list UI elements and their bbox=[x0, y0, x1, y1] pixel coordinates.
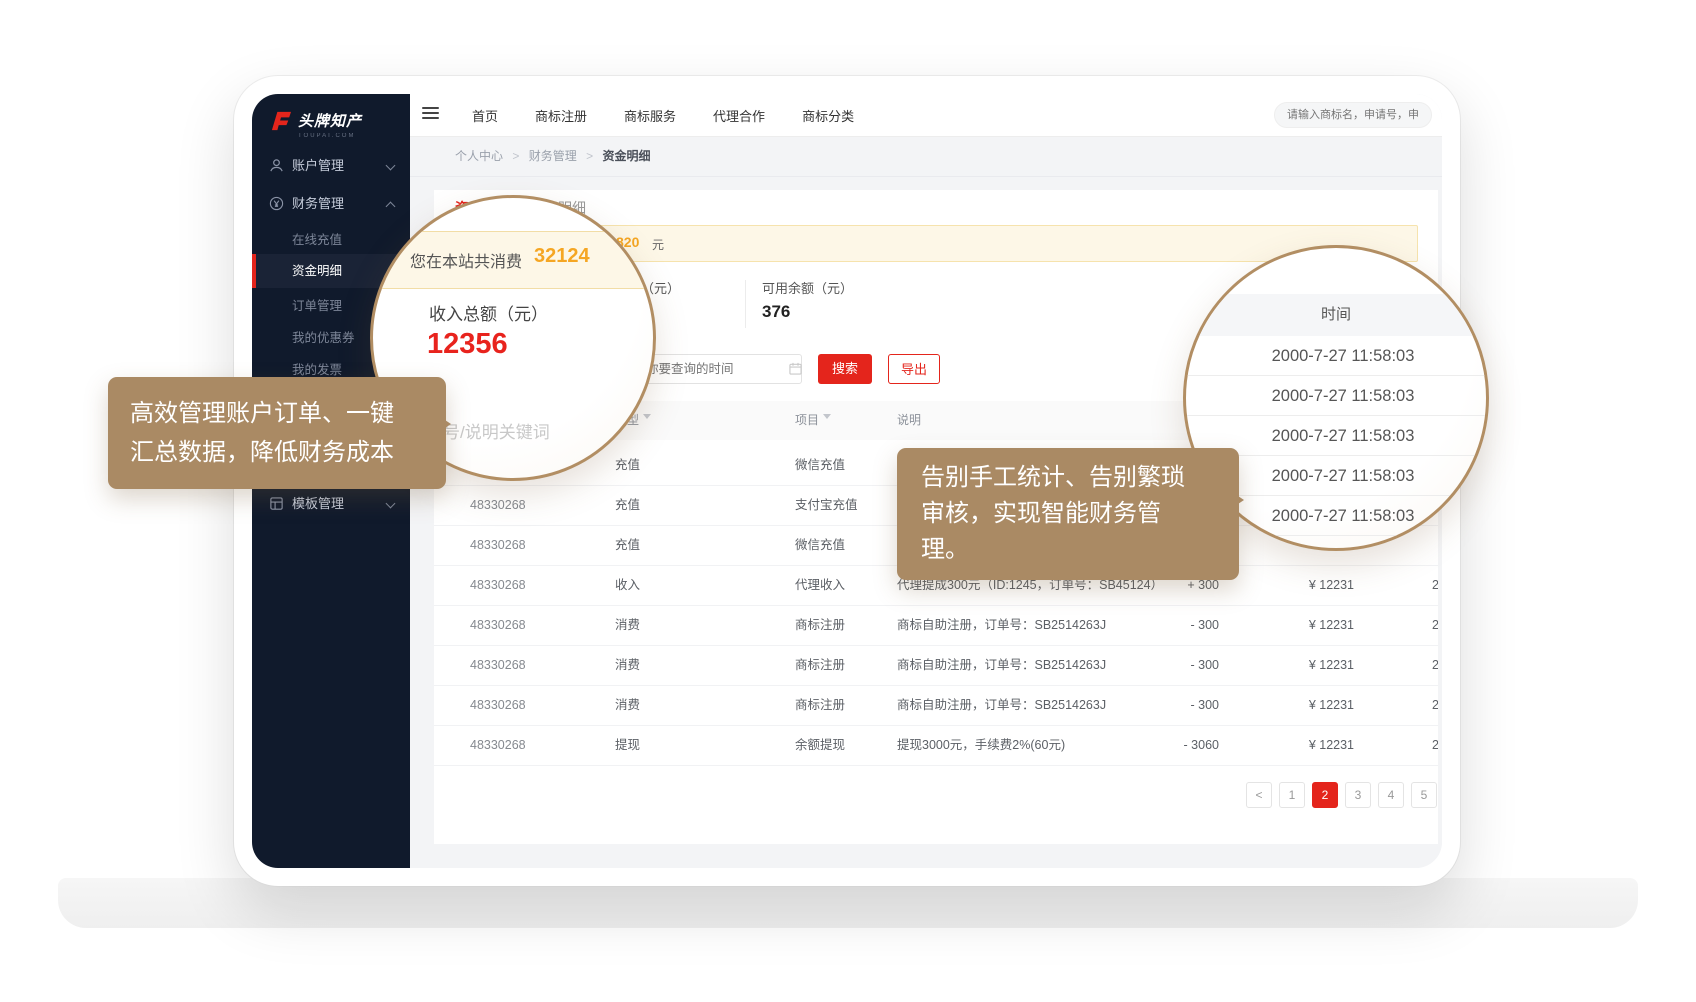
breadcrumb-finance[interactable]: 财务管理 bbox=[529, 149, 577, 163]
page-button-2[interactable]: 2 bbox=[1312, 782, 1338, 808]
lens-time-row: 2000-7-27 11:58:03 bbox=[1186, 336, 1486, 376]
callout-right: 告别手工统计、告别繁琐 审核，实现智能财务管 理。 bbox=[897, 448, 1239, 580]
lens-time-row: 2000-7-27 11:58:03 bbox=[1186, 376, 1486, 416]
breadcrumb-current: 资金明细 bbox=[602, 149, 650, 163]
pagination: < 1 2 3 4 5 bbox=[1246, 782, 1437, 808]
chevron-down-icon bbox=[386, 499, 396, 509]
template-icon bbox=[269, 496, 284, 511]
lens-banner-amount: 32124 bbox=[534, 245, 590, 268]
sidebar-item-templates[interactable]: 模板管理 bbox=[252, 486, 410, 522]
page-button-5[interactable]: 5 bbox=[1411, 782, 1437, 808]
nav-tab-trademark-service[interactable]: 商标服务 bbox=[624, 106, 676, 125]
callout-left: 高效管理账户订单、一键 汇总数据，降低财务成本 bbox=[108, 377, 446, 489]
top-nav: 首页 商标注册 商标服务 代理合作 商标分类 bbox=[472, 94, 854, 136]
table-row: 48330268提现余额提现提现3000元，手续费2%(60元)- 3060¥ … bbox=[434, 726, 1438, 766]
table-row: 48330268消费商标注册商标自助注册，订单号：SB2514263J- 300… bbox=[434, 606, 1438, 646]
nav-tab-agency[interactable]: 代理合作 bbox=[713, 106, 765, 125]
sort-project[interactable]: 项目 bbox=[795, 401, 831, 440]
chevron-up-icon bbox=[386, 202, 396, 212]
balance-value: 376 bbox=[762, 302, 790, 322]
stat-divider bbox=[745, 280, 746, 328]
sidebar-item-account[interactable]: 账户管理 bbox=[252, 148, 410, 184]
table-row: 48330268消费商标注册商标自助注册，订单号：SB2514263J- 300… bbox=[434, 686, 1438, 726]
user-icon bbox=[269, 158, 284, 173]
balance-label: 可用余额（元） bbox=[762, 278, 853, 297]
caret-down-icon bbox=[823, 414, 831, 423]
caret-down-icon bbox=[643, 414, 651, 423]
lens-income-label: 收入总额（元） bbox=[429, 300, 548, 325]
stage: 头牌知产 TOUPAI.COM 账户管理 财务管理 bbox=[0, 0, 1696, 1002]
brand-subtext: TOUPAI.COM bbox=[298, 133, 362, 139]
brand-logo-icon bbox=[270, 111, 292, 131]
calendar-icon[interactable] bbox=[789, 362, 802, 375]
prev-page-button[interactable]: < bbox=[1246, 782, 1272, 808]
export-button[interactable]: 导出 bbox=[888, 354, 940, 384]
table-row: 48330268消费商标注册商标自助注册，订单号：SB2514263J- 300… bbox=[434, 646, 1438, 686]
lens-income-value: 12356 bbox=[427, 328, 508, 361]
breadcrumb: 个人中心 > 财务管理 > 资金明细 bbox=[410, 136, 1442, 177]
hamburger-menu-icon[interactable] bbox=[422, 107, 439, 122]
page-button-4[interactable]: 4 bbox=[1378, 782, 1404, 808]
finance-icon bbox=[269, 196, 284, 211]
sidebar-item-finance[interactable]: 财务管理 bbox=[252, 186, 410, 222]
banner-unit: 元 bbox=[652, 236, 664, 253]
page-button-1[interactable]: 1 bbox=[1279, 782, 1305, 808]
brand-logo[interactable]: 头牌知产 TOUPAI.COM bbox=[270, 110, 362, 139]
topbar: 首页 商标注册 商标服务 代理合作 商标分类 bbox=[410, 94, 1442, 137]
nav-tab-home[interactable]: 首页 bbox=[472, 106, 498, 125]
page-button-3[interactable]: 3 bbox=[1345, 782, 1371, 808]
search-button[interactable]: 搜索 bbox=[818, 354, 872, 384]
brand-name: 头牌知产 bbox=[298, 110, 362, 131]
global-search-input[interactable] bbox=[1274, 102, 1432, 128]
lens-banner: 您在本站共消费 32124 bbox=[370, 231, 656, 289]
lens-banner-prefix: 您在本站共消费 bbox=[410, 248, 522, 272]
lens-time-header: 时间 bbox=[1186, 294, 1486, 336]
breadcrumb-personal-center[interactable]: 个人中心 bbox=[455, 149, 503, 163]
chevron-down-icon bbox=[386, 161, 396, 171]
nav-tab-trademark-register[interactable]: 商标注册 bbox=[535, 106, 587, 125]
nav-tab-trademark-category[interactable]: 商标分类 bbox=[802, 106, 854, 125]
